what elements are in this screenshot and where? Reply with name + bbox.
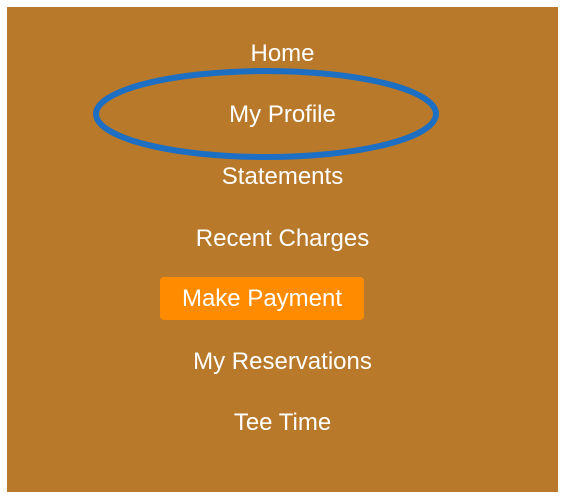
nav-item-label: Home	[250, 40, 315, 67]
nav-panel: Home My Profile Statements Recent Charge…	[7, 7, 558, 492]
nav-item-my-reservations[interactable]: My Reservations	[7, 347, 558, 377]
make-payment-label: Make Payment	[181, 285, 343, 312]
nav-item-tee-time[interactable]: Tee Time	[7, 408, 558, 438]
nav-item-label: My Reservations	[193, 348, 372, 375]
nav-item-recent-charges[interactable]: Recent Charges	[7, 224, 558, 254]
nav-item-label: Statements	[221, 163, 344, 190]
nav-item-home[interactable]: Home	[7, 39, 558, 69]
make-payment-button[interactable]: Make Payment	[160, 277, 364, 320]
nav-item-label: Recent Charges	[195, 225, 370, 252]
nav-item-statements[interactable]: Statements	[7, 162, 558, 192]
nav-item-label: My Profile	[229, 101, 336, 128]
nav-item-my-profile[interactable]: My Profile	[7, 100, 558, 130]
nav-item-label: Tee Time	[233, 409, 332, 436]
